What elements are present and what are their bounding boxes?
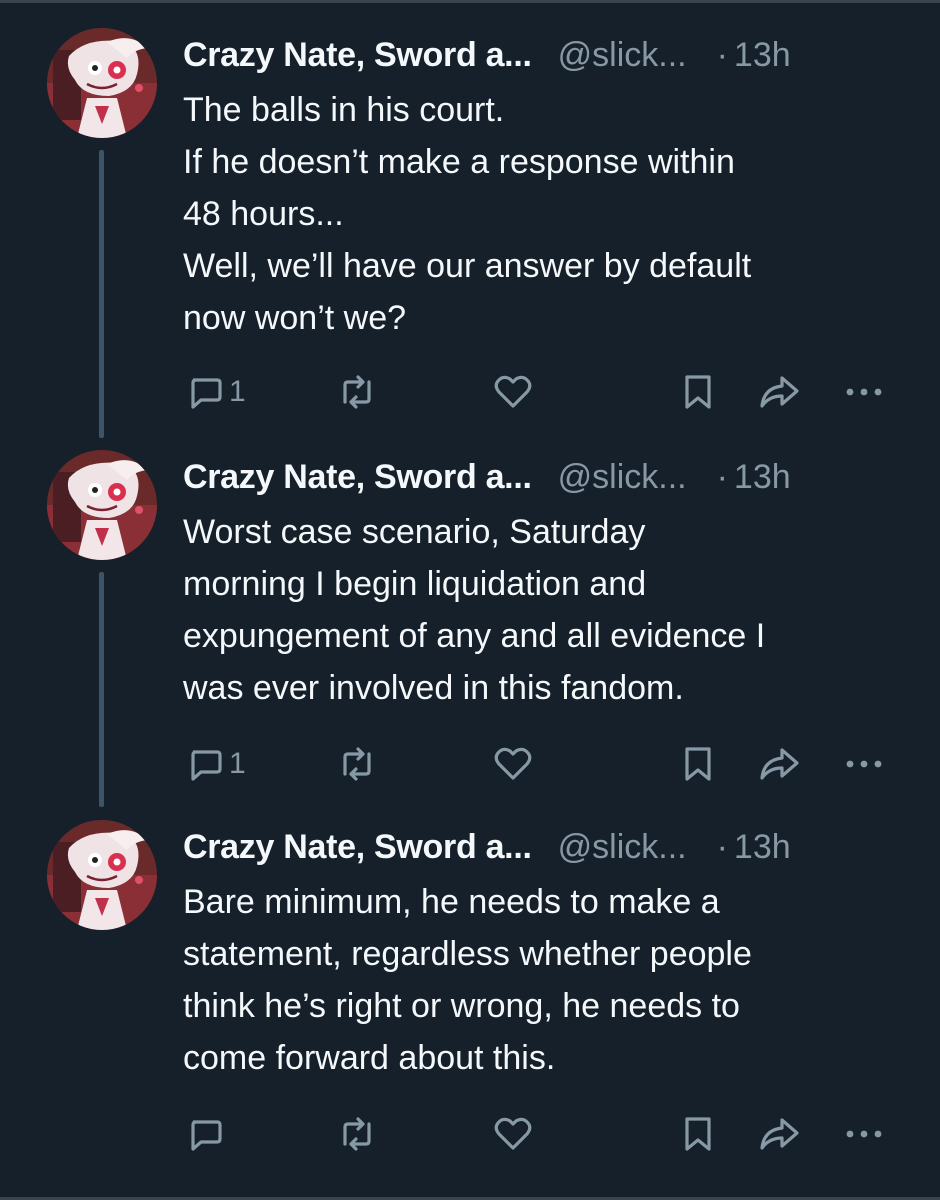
action-bar <box>0 1112 940 1156</box>
reply-icon <box>185 744 225 784</box>
reply-button[interactable] <box>185 1112 225 1156</box>
retweet-icon <box>335 1114 379 1154</box>
like-button[interactable] <box>492 370 534 414</box>
timestamp[interactable]: 13h <box>734 460 791 494</box>
display-name[interactable]: Crazy Nate, Sword a... <box>183 460 532 494</box>
reply-button[interactable]: 1 <box>185 742 246 786</box>
bookmark-icon <box>680 744 716 784</box>
more-button[interactable] <box>842 742 886 786</box>
tweet-text-line: Worst case scenario, Saturday <box>183 513 646 551</box>
user-handle[interactable]: @slick... <box>558 830 687 864</box>
tweet-text-line: 48 hours... <box>183 195 344 233</box>
tweet-text-line: statement, regardless whether people <box>183 935 752 973</box>
tweet-text-line: expungement of any and all evidence I <box>183 617 766 655</box>
share-icon <box>757 372 801 412</box>
separator-dot: · <box>716 828 728 866</box>
more-icon <box>842 372 886 412</box>
tweet-header: Crazy Nate, Sword a... @slick... · 13h <box>183 822 791 872</box>
heart-icon <box>492 372 534 412</box>
tweet-text: Bare minimum, he needs to make a stateme… <box>183 876 903 1084</box>
tweet-text-line: now won’t we? <box>183 299 407 337</box>
share-button[interactable] <box>757 1112 801 1156</box>
tweet-header: Crazy Nate, Sword a... @slick... · 13h <box>183 452 791 502</box>
retweet-button[interactable] <box>335 370 379 414</box>
retweet-button[interactable] <box>335 742 379 786</box>
more-icon <box>842 744 886 784</box>
bookmark-button[interactable] <box>680 1112 716 1156</box>
like-button[interactable] <box>492 742 534 786</box>
avatar[interactable] <box>47 28 157 138</box>
reply-count: 1 <box>229 747 246 780</box>
reply-icon <box>185 1114 225 1154</box>
retweet-icon <box>335 372 379 412</box>
tweet-text-line: was ever involved in this fandom. <box>183 669 684 707</box>
bookmark-icon <box>680 1114 716 1154</box>
reply-count: 1 <box>229 375 246 408</box>
tweet-text-line: Well, we’ll have our answer by default <box>183 247 752 285</box>
user-handle[interactable]: @slick... <box>558 38 687 72</box>
action-bar: 1 <box>0 370 940 414</box>
more-button[interactable] <box>842 370 886 414</box>
heart-icon <box>492 744 534 784</box>
bookmark-icon <box>680 372 716 412</box>
tweet-text: The balls in his court. If he doesn’t ma… <box>183 84 903 344</box>
tweet-text-line: think he’s right or wrong, he needs to <box>183 987 740 1025</box>
separator-dot: · <box>716 36 728 74</box>
more-icon <box>842 1114 886 1154</box>
timestamp[interactable]: 13h <box>734 38 791 72</box>
user-handle[interactable]: @slick... <box>558 460 687 494</box>
tweet-text-line: The balls in his court. <box>183 91 505 129</box>
timestamp[interactable]: 13h <box>734 830 791 864</box>
top-divider <box>0 0 940 3</box>
avatar[interactable] <box>47 820 157 930</box>
reply-icon <box>185 372 225 412</box>
bookmark-button[interactable] <box>680 742 716 786</box>
bookmark-button[interactable] <box>680 370 716 414</box>
tweet-text-line: morning I begin liquidation and <box>183 565 647 603</box>
retweet-button[interactable] <box>335 1112 379 1156</box>
tweet-text-line: Bare minimum, he needs to make a <box>183 883 720 921</box>
separator-dot: · <box>716 458 728 496</box>
tweet[interactable]: Crazy Nate, Sword a... @slick... · 13h T… <box>0 28 940 438</box>
like-button[interactable] <box>492 1112 534 1156</box>
share-button[interactable] <box>757 742 801 786</box>
display-name[interactable]: Crazy Nate, Sword a... <box>183 38 532 72</box>
share-icon <box>757 744 801 784</box>
tweet-header: Crazy Nate, Sword a... @slick... · 13h <box>183 30 791 80</box>
heart-icon <box>492 1114 534 1154</box>
tweet[interactable]: Crazy Nate, Sword a... @slick... · 13h B… <box>0 820 940 1180</box>
tweet-text-line: come forward about this. <box>183 1039 556 1077</box>
display-name[interactable]: Crazy Nate, Sword a... <box>183 830 532 864</box>
tweet-text-line: If he doesn’t make a response within <box>183 143 735 181</box>
more-button[interactable] <box>842 1112 886 1156</box>
reply-button[interactable]: 1 <box>185 370 246 414</box>
tweet[interactable]: Crazy Nate, Sword a... @slick... · 13h W… <box>0 450 940 810</box>
tweet-text: Worst case scenario, Saturday morning I … <box>183 506 903 714</box>
avatar[interactable] <box>47 450 157 560</box>
share-button[interactable] <box>757 370 801 414</box>
action-bar: 1 <box>0 742 940 786</box>
retweet-icon <box>335 744 379 784</box>
share-icon <box>757 1114 801 1154</box>
